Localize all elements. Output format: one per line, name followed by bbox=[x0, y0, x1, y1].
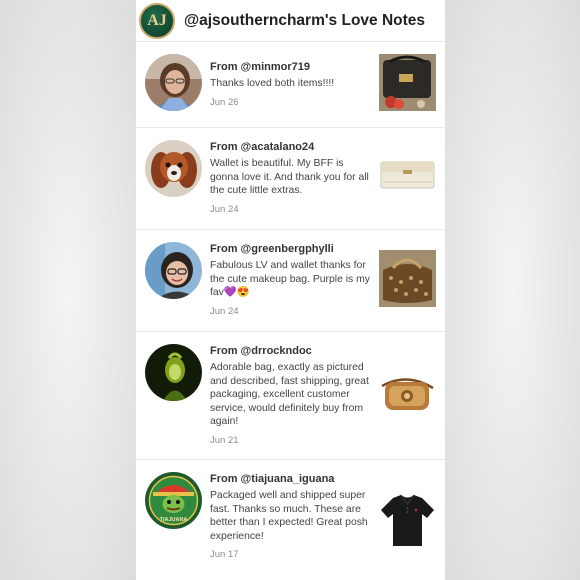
note-from[interactable]: From @drrockndoc bbox=[210, 344, 370, 358]
background-right bbox=[445, 0, 580, 580]
note-from[interactable]: From @minmor719 bbox=[210, 60, 370, 74]
note-from[interactable]: From @acatalano24 bbox=[210, 140, 370, 154]
listing-thumbnail[interactable] bbox=[379, 148, 436, 205]
note-message: Adorable bag, exactly as pictured and de… bbox=[210, 362, 369, 428]
note-message: Wallet is beautiful. My BFF is gonna lov… bbox=[210, 158, 369, 197]
note-message: Thanks loved both items!!!! bbox=[210, 78, 335, 89]
note-text: From @tiajuana_iguana Packaged well and … bbox=[210, 472, 370, 560]
note-text: From @greenbergphylli Fabulous LV and wa… bbox=[210, 242, 370, 317]
note-date: Jun 21 bbox=[210, 434, 239, 446]
listing-thumbnail[interactable] bbox=[379, 250, 436, 307]
user-avatar[interactable] bbox=[145, 140, 202, 197]
listing-thumbnail[interactable] bbox=[379, 492, 436, 549]
love-note-item: From @drrockndoc Adorable bag, exactly a… bbox=[136, 332, 445, 460]
listing-thumbnail[interactable] bbox=[379, 54, 436, 111]
listing-thumbnail[interactable] bbox=[379, 364, 436, 421]
love-note-item: TIAJUANA From @tiajuana_iguana Packaged … bbox=[136, 460, 445, 580]
avatar-logo-text: TIAJUANA bbox=[160, 517, 188, 523]
note-text: From @minmor719 Thanks loved both items!… bbox=[210, 60, 370, 108]
note-date: Jun 24 bbox=[210, 305, 239, 317]
note-date: Jun 26 bbox=[210, 96, 239, 108]
page-title: @ajsoutherncharm's Love Notes bbox=[184, 11, 426, 29]
note-from[interactable]: From @greenbergphylli bbox=[210, 242, 370, 256]
note-from[interactable]: From @tiajuana_iguana bbox=[210, 472, 370, 486]
background-left bbox=[0, 0, 136, 580]
love-note-item: From @acatalano24 Wallet is beautiful. M… bbox=[136, 128, 445, 230]
user-avatar[interactable] bbox=[145, 242, 202, 299]
note-text: From @drrockndoc Adorable bag, exactly a… bbox=[210, 344, 370, 446]
love-notes-list: From @minmor719 Thanks loved both items!… bbox=[136, 42, 445, 580]
love-notes-panel: AJ @ajsoutherncharm's Love Notes From @m… bbox=[136, 0, 445, 580]
user-avatar[interactable] bbox=[145, 344, 202, 401]
note-message: Fabulous LV and wallet thanks for the cu… bbox=[210, 260, 370, 299]
user-avatar[interactable]: TIAJUANA bbox=[145, 472, 202, 529]
user-avatar[interactable] bbox=[145, 54, 202, 111]
logo-text: AJ bbox=[147, 11, 167, 29]
love-note-item: From @greenbergphylli Fabulous LV and wa… bbox=[136, 230, 445, 332]
love-note-item: From @minmor719 Thanks loved both items!… bbox=[136, 42, 445, 128]
note-message: Packaged well and shipped super fast. Th… bbox=[210, 490, 368, 542]
note-date: Jun 24 bbox=[210, 203, 239, 215]
header: AJ @ajsoutherncharm's Love Notes bbox=[136, 0, 445, 42]
note-text: From @acatalano24 Wallet is beautiful. M… bbox=[210, 140, 370, 215]
closet-logo-avatar[interactable]: AJ bbox=[139, 2, 175, 39]
note-date: Jun 17 bbox=[210, 549, 239, 561]
